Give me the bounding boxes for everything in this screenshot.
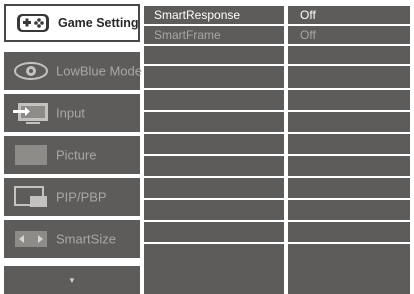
input-icon (12, 100, 50, 126)
scroll-down-arrow[interactable]: ▼ (4, 266, 140, 294)
submenu-empty-row (144, 90, 284, 110)
value-empty-row (288, 156, 410, 176)
smartsize-icon (12, 226, 50, 252)
menu-item-label: SmartSize (56, 231, 116, 247)
value-column: Off Off (288, 4, 410, 294)
value-empty-row (288, 244, 410, 294)
menu-item-input[interactable]: Input (4, 94, 140, 132)
submenu-empty-row (144, 134, 284, 154)
value-empty-row (288, 222, 410, 242)
submenu-empty-row (144, 46, 284, 64)
picture-icon (12, 142, 50, 168)
submenu-item-smartframe[interactable]: SmartFrame (144, 26, 284, 44)
chevron-down-icon: ▼ (68, 275, 76, 285)
submenu: SmartResponse SmartFrame (144, 4, 284, 294)
menu-item-smartsize[interactable]: SmartSize (4, 220, 140, 258)
value-empty-row (288, 178, 410, 198)
menu-item-lowblue-mode[interactable]: LowBlue Mode (4, 52, 142, 90)
value-empty-row (288, 90, 410, 110)
value-empty-row (288, 66, 410, 88)
submenu-empty-row (144, 178, 284, 198)
submenu-item-label: SmartFrame (154, 28, 221, 42)
main-menu: Game Setting LowBlue Mode Input Picture … (4, 4, 142, 294)
submenu-empty-row (144, 112, 284, 132)
menu-item-game-setting[interactable]: Game Setting (4, 4, 140, 42)
menu-item-pip-pbp[interactable]: PIP/PBP (4, 178, 140, 216)
submenu-empty-row (144, 222, 284, 242)
monitor-osd-menu: Game Setting LowBlue Mode Input Picture … (0, 0, 414, 294)
submenu-empty-row (144, 156, 284, 176)
value-empty-row (288, 200, 410, 220)
menu-item-label: Input (56, 105, 85, 121)
value-label: Off (300, 28, 316, 42)
value-label: Off (300, 8, 316, 22)
pip-icon (12, 184, 50, 210)
value-smartresponse[interactable]: Off (288, 6, 410, 24)
value-empty-row (288, 112, 410, 132)
eye-icon (12, 58, 50, 84)
submenu-empty-row (144, 244, 284, 294)
menu-item-label: Game Setting (58, 16, 139, 30)
menu-item-label: Picture (56, 147, 97, 163)
menu-item-label: LowBlue Mode (56, 63, 142, 79)
submenu-empty-row (144, 200, 284, 220)
submenu-item-label: SmartResponse (154, 8, 241, 22)
menu-item-label: PIP/PBP (56, 189, 107, 205)
value-empty-row (288, 46, 410, 64)
gamepad-icon (14, 10, 52, 36)
submenu-item-smartresponse[interactable]: SmartResponse (144, 6, 284, 24)
value-empty-row (288, 134, 410, 154)
submenu-empty-row (144, 66, 284, 88)
menu-item-picture[interactable]: Picture (4, 136, 140, 174)
value-smartframe[interactable]: Off (288, 26, 410, 44)
